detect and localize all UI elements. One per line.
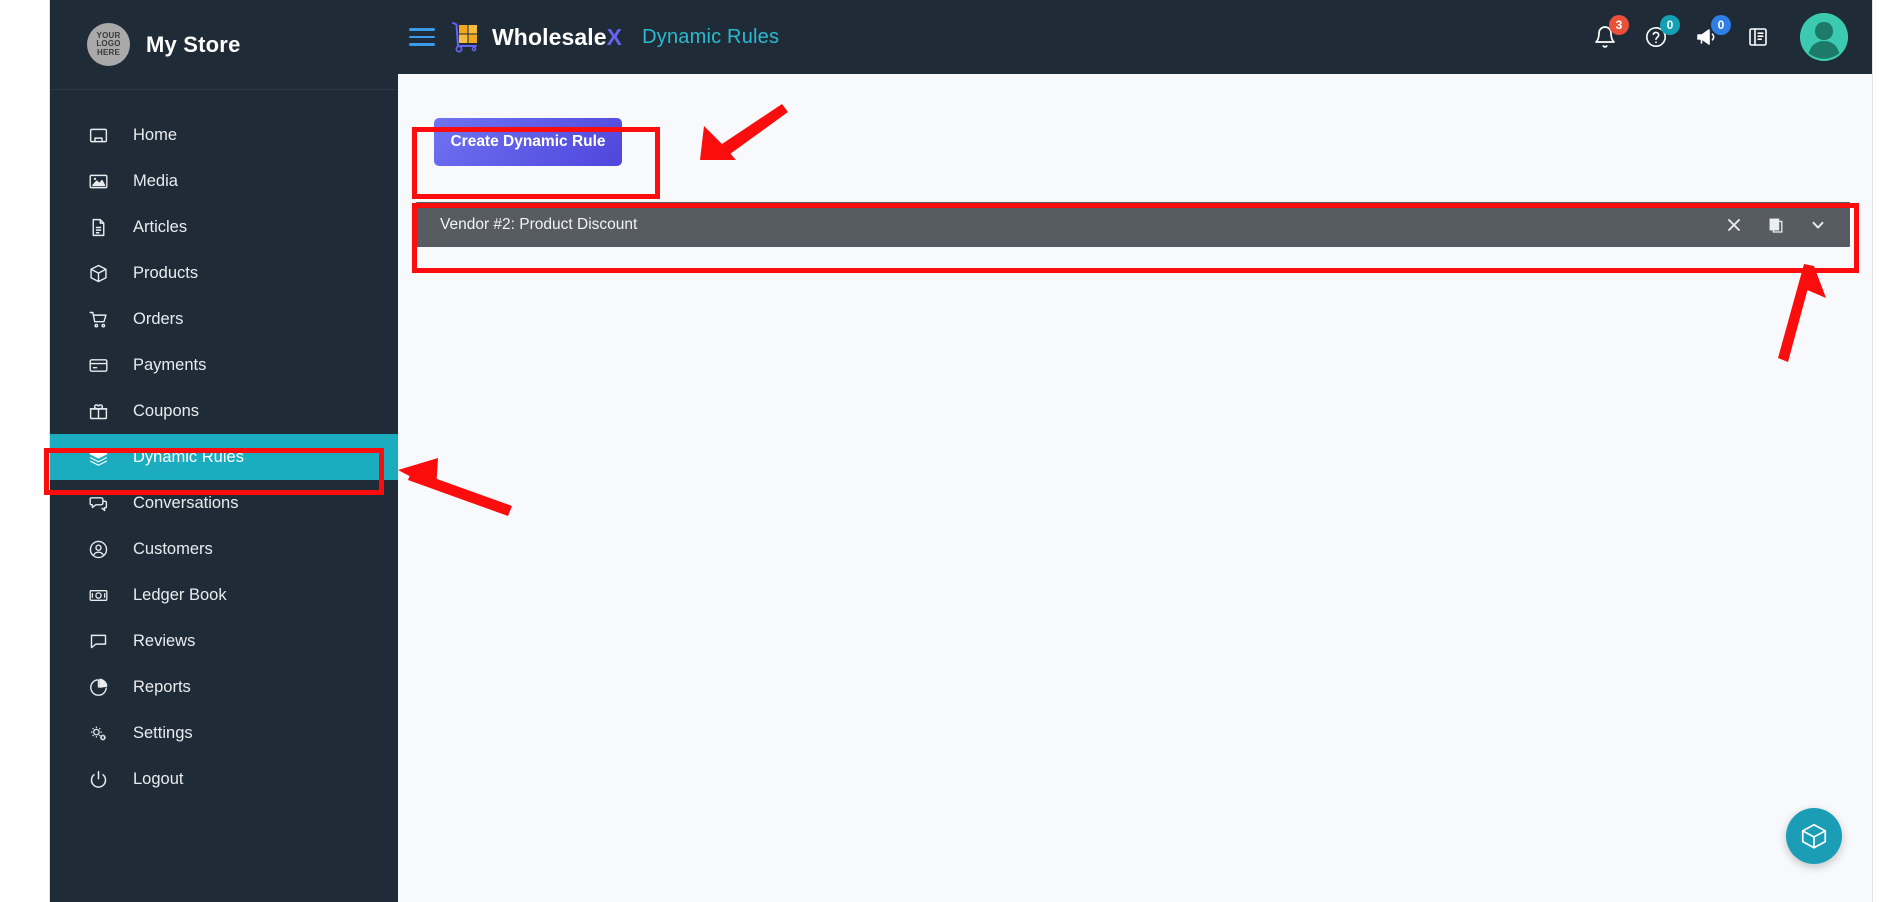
- store-logo-line3: HERE: [96, 47, 121, 57]
- chat-icon: [87, 492, 109, 514]
- layers-icon: [87, 446, 109, 468]
- cart-icon: [87, 308, 109, 330]
- sidebar-item-orders[interactable]: Orders: [50, 296, 398, 342]
- sidebar-item-dynamic-rules[interactable]: Dynamic Rules: [50, 434, 398, 480]
- sidebar-item-coupons[interactable]: Coupons: [50, 388, 398, 434]
- sidebar-nav: Home Media Articles Products Orders Payments C…: [50, 90, 398, 802]
- topbar: WholesaleX Dynamic Rules 3 0 0: [398, 0, 1872, 74]
- content-area: Create Dynamic Rule Vendor #2: Product D…: [398, 74, 1872, 902]
- megaphone-badge: 0: [1711, 15, 1731, 35]
- bell-badge: 3: [1609, 15, 1629, 35]
- app-name-accent: X: [606, 23, 623, 50]
- sidebar-item-logout[interactable]: Logout: [50, 756, 398, 802]
- sidebar-item-label: Coupons: [133, 401, 200, 420]
- user-avatar[interactable]: [1800, 13, 1848, 61]
- sidebar-item-articles[interactable]: Articles: [50, 204, 398, 250]
- sidebar-item-media[interactable]: Media: [50, 158, 398, 204]
- pie-chart-icon: [87, 676, 109, 698]
- topbar-actions: 3 0 0: [1590, 13, 1872, 61]
- store-name: My Store: [146, 31, 241, 57]
- wholesalex-logo-icon: [449, 20, 483, 54]
- sidebar-item-home[interactable]: Home: [50, 112, 398, 158]
- user-circle-icon: [87, 538, 109, 560]
- create-dynamic-rule-button[interactable]: Create Dynamic Rule: [434, 118, 622, 166]
- sidebar-item-label: Articles: [133, 217, 188, 236]
- sidebar-item-label: Reports: [133, 677, 191, 696]
- gears-icon: [87, 722, 109, 744]
- sidebar-item-ledger-book[interactable]: Ledger Book: [50, 572, 398, 618]
- sidebar-item-label: Ledger Book: [133, 585, 227, 604]
- brand-header[interactable]: YOUR LOGO HERE My Store: [50, 0, 398, 90]
- duplicate-icon[interactable]: [1766, 215, 1786, 235]
- sidebar-item-label: Orders: [133, 309, 184, 328]
- articles-icon: [87, 216, 109, 238]
- power-icon: [87, 768, 109, 790]
- sidebar-item-conversations[interactable]: Conversations: [50, 480, 398, 526]
- sidebar-item-label: Reviews: [133, 631, 196, 650]
- chevron-down-icon[interactable]: [1808, 215, 1828, 235]
- sidebar-item-label: Conversations: [133, 493, 239, 512]
- media-icon: [87, 170, 109, 192]
- sidebar-item-label: Logout: [133, 769, 184, 788]
- help-cube-fab[interactable]: [1786, 808, 1842, 864]
- hamburger-icon[interactable]: [409, 28, 435, 46]
- sidebar-item-label: Customers: [133, 539, 213, 558]
- sidebar-item-reports[interactable]: Reports: [50, 664, 398, 710]
- page-title: Dynamic Rules: [642, 25, 780, 48]
- sidebar-item-customers[interactable]: Customers: [50, 526, 398, 572]
- sidebar-item-reviews[interactable]: Reviews: [50, 618, 398, 664]
- help-badge: 0: [1660, 15, 1680, 35]
- store-logo: YOUR LOGO HERE: [87, 23, 130, 66]
- products-icon: [87, 262, 109, 284]
- sidebar-item-payments[interactable]: Payments: [50, 342, 398, 388]
- comment-icon: [87, 630, 109, 652]
- sidebar-item-label: Settings: [133, 723, 193, 742]
- home-icon: [87, 124, 109, 146]
- sidebar-item-settings[interactable]: Settings: [50, 710, 398, 756]
- sidebar-item-label: Products: [133, 263, 199, 282]
- bell-icon[interactable]: 3: [1590, 15, 1629, 52]
- book-icon[interactable]: [1743, 22, 1773, 52]
- money-icon: [87, 584, 109, 606]
- sidebar-item-label: Dynamic Rules: [133, 447, 244, 466]
- close-icon[interactable]: [1724, 215, 1744, 235]
- sidebar-item-label: Media: [133, 171, 178, 190]
- gift-icon: [87, 400, 109, 422]
- credit-card-icon: [87, 354, 109, 376]
- rule-title: Vendor #2: Product Discount: [440, 215, 638, 233]
- app-window: YOUR LOGO HERE My Store Home Media Article…: [50, 0, 1872, 902]
- app-name: WholesaleX: [492, 24, 622, 51]
- sidebar: YOUR LOGO HERE My Store Home Media Article…: [50, 0, 398, 902]
- rule-actions: [1724, 215, 1828, 235]
- sidebar-item-label: Home: [133, 125, 178, 144]
- screenshot-root: YOUR LOGO HERE My Store Home Media Article…: [0, 0, 1899, 902]
- sidebar-item-label: Payments: [133, 355, 207, 374]
- app-name-main: Wholesale: [492, 23, 607, 50]
- sidebar-item-products[interactable]: Products: [50, 250, 398, 296]
- rule-row[interactable]: Vendor #2: Product Discount: [416, 202, 1850, 247]
- help-icon[interactable]: 0: [1641, 15, 1680, 52]
- megaphone-icon[interactable]: 0: [1692, 15, 1731, 52]
